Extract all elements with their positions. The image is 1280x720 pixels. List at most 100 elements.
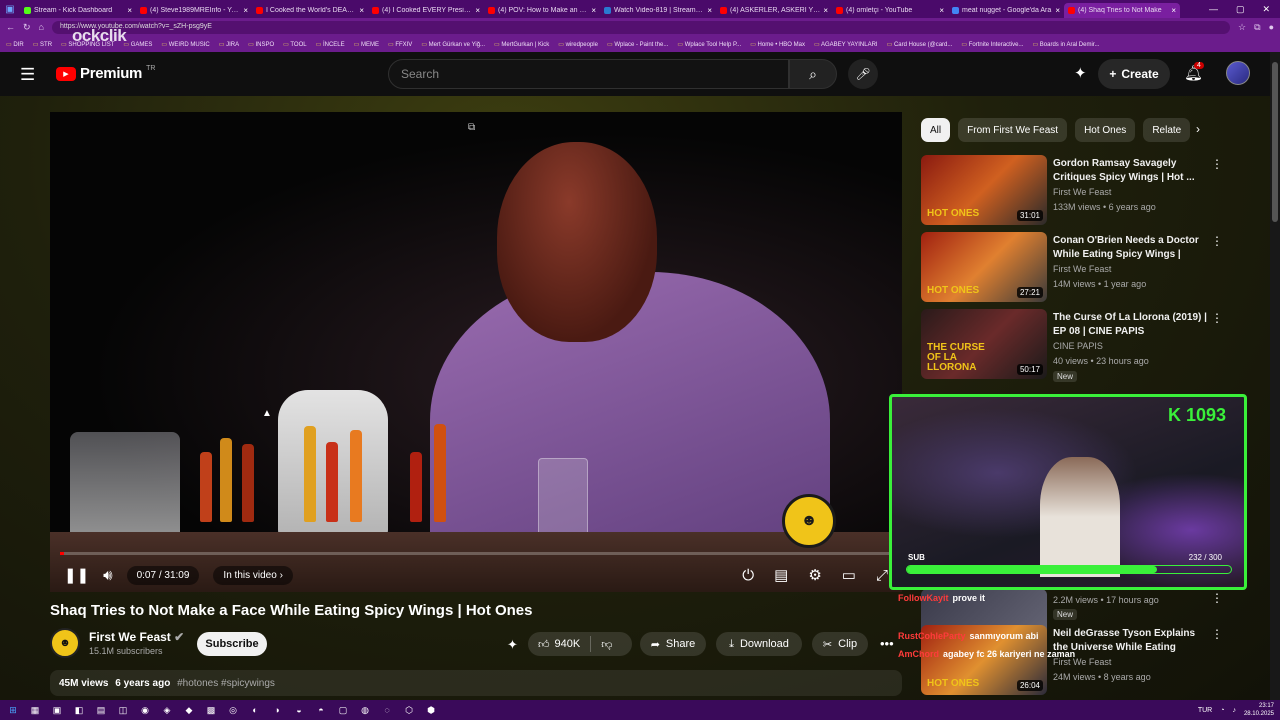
fullscreen-icon[interactable]: ⤢ [876,567,888,584]
refresh-icon[interactable]: ↻ [23,22,31,33]
maximize-icon[interactable]: ▢ [1236,4,1245,15]
tab-close-icon[interactable]: × [1055,6,1060,15]
bookmark-item[interactable]: Mert Gürkan ve Yiğ... [421,41,485,48]
recommended-video[interactable]: HOT ONES 27:21 Conan O'Brien Needs a Docto… [921,232,1223,302]
taskbar-app-icon[interactable]: ◧ [72,705,86,716]
more-options-icon[interactable]: ⋮ [1211,234,1223,248]
chips-next-icon[interactable]: › [1196,122,1200,136]
window-menu-icon[interactable]: ▣ [0,0,20,18]
filter-chip[interactable]: From First We Feast [958,118,1068,142]
progress-bar[interactable] [60,552,892,555]
filter-chip[interactable]: Relate [1143,118,1191,142]
taskbar-app-icon[interactable]: ▩ [204,705,218,716]
taskbar-app-icon[interactable]: ◎ [226,705,240,716]
recommended-channel[interactable]: First We Feast [1053,264,1111,274]
browser-tab[interactable]: (4) omletçi - YouTube × [832,3,948,18]
taskbar-app-icon[interactable]: ◓ [314,705,328,715]
more-options-icon[interactable]: ⋮ [1211,591,1223,605]
bookmark-item[interactable]: WEIRD MUSIC [161,41,210,48]
autoplay-toggle-icon[interactable]: ⏻ [742,567,754,584]
video-thumbnail[interactable]: HOT ONES 31:01 [921,155,1047,225]
taskbar-app-icon[interactable]: ◐ [248,705,262,715]
tab-close-icon[interactable]: × [359,6,364,15]
url-field[interactable]: https://www.youtube.com/watch?v=_sZH-psg… [51,20,1231,34]
video-thumbnail[interactable]: HOT ONES 27:21 [921,232,1047,302]
video-thumbnail[interactable]: THE CURSE OF LA LLORONA 50:17 [921,309,1047,379]
browser-tab[interactable]: (4) I Cooked EVERY President's × [368,3,484,18]
bookmark-item[interactable]: TOOL [283,41,306,48]
chapter-button[interactable]: In this video › [213,565,293,585]
taskbar-app-icon[interactable]: ◉ [138,705,152,716]
tab-close-icon[interactable]: × [823,6,828,15]
description-box[interactable]: 45M views 6 years ago #hotones #spicywin… [50,670,902,696]
channel-name[interactable]: First We Feast ✔ [89,630,184,644]
taskbar-app-icon[interactable]: ◍ [358,705,372,716]
extensions-icon[interactable]: ⧉ [1254,22,1260,33]
bookmark-item[interactable]: INSPO [248,41,274,48]
taskbar-app-icon[interactable]: ◑ [270,705,284,715]
ask-ai-icon[interactable]: ✦ [507,637,518,653]
taskbar-app-icon[interactable]: ▣ [50,705,64,716]
profile-icon[interactable]: ● [1269,22,1274,32]
bookmark-star-icon[interactable]: ☆ [1238,22,1246,33]
recommended-title[interactable]: The Curse Of La Llorona (2019) | EP 08 |… [1053,311,1208,339]
channel-avatar[interactable]: ☻ [50,628,80,658]
recommended-title[interactable]: Neil deGrasse Tyson Explains the Univers… [1053,627,1208,655]
home-icon[interactable]: ⌂ [39,22,44,32]
more-options-icon[interactable]: ⋮ [1211,157,1223,171]
tab-close-icon[interactable]: × [591,6,596,15]
recommended-video[interactable]: THE CURSE OF LA LLORONA 50:17 The Curse Of… [921,309,1223,382]
back-icon[interactable]: ← [6,22,15,32]
bookmark-item[interactable]: Card House (@card... [887,41,952,48]
taskbar-app-icon[interactable]: ▤ [94,705,108,716]
volume-icon[interactable]: 🔊︎ [103,567,112,584]
taskbar-app-icon[interactable]: ◆ [182,705,196,716]
taskbar-app-icon[interactable]: ◒ [292,705,306,715]
tab-close-icon[interactable]: × [243,6,248,15]
more-options-icon[interactable]: ⋮ [1211,627,1223,641]
tab-close-icon[interactable]: × [1171,6,1176,15]
bookmark-item[interactable]: JIRA [219,41,239,48]
page-scrollbar[interactable] [1270,52,1280,700]
speaker-icon[interactable]: ♪ [1232,707,1236,714]
extension-icon[interactable]: ✦ [1074,64,1087,82]
more-options-icon[interactable]: ⋮ [1211,311,1223,325]
taskbar-app-icon[interactable]: ⬢ [424,705,438,716]
miniplayer-hint-icon[interactable]: ⧉ [468,122,475,133]
browser-tab[interactable]: I Cooked the World's DEADLIEST× [252,3,368,18]
bookmark-item[interactable]: MEME [354,41,379,48]
account-avatar[interactable] [1226,61,1250,85]
bookmark-item[interactable]: DIR [6,41,23,48]
network-icon[interactable]: ◔ [1220,707,1224,714]
bookmark-item[interactable]: MertGurkan | Kick [494,41,549,48]
bookmark-item[interactable]: Wplace - Paint the... [607,41,668,48]
taskbar-app-icon[interactable]: ⬡ [402,705,416,716]
tab-close-icon[interactable]: × [475,6,480,15]
tab-close-icon[interactable]: × [127,6,132,15]
create-button[interactable]: + Create [1098,59,1170,89]
theater-mode-icon[interactable]: ▭ [842,566,856,584]
filter-chip[interactable]: Hot Ones [1075,118,1136,142]
subtitles-icon[interactable]: ▤ [774,566,788,584]
download-button[interactable]: ⤓ Download [716,632,802,656]
taskbar-app-icon[interactable]: ▢ [336,705,350,716]
filter-chip[interactable]: All [921,118,951,142]
taskbar-app-icon[interactable]: ◈ [160,705,174,716]
browser-tab[interactable]: (4) ASKERLER, ASKERİ YEMEKLER× [716,3,832,18]
like-button[interactable]: 👍︎ 940K [528,636,592,652]
bookmark-item[interactable]: Home • HBO Max [750,41,805,48]
bookmark-item[interactable]: Fortnite Interactive... [961,41,1024,48]
settings-gear-icon[interactable]: ⚙ [808,566,821,584]
taskbar-app-icon[interactable]: ▦ [28,705,42,716]
recommended-channel[interactable]: CINE PAPIS [1053,341,1103,351]
browser-tab[interactable]: (4) POV: How to Make an Omelet× [484,3,600,18]
search-button[interactable]: ⌕ [789,59,837,89]
browser-tab[interactable]: Watch Video-819 | Streamable × [600,3,716,18]
recommended-title[interactable]: Gordon Ramsay Savagely Critiques Spicy W… [1053,157,1208,185]
clip-button[interactable]: ✂ Clip [812,632,868,656]
tab-close-icon[interactable]: × [939,6,944,15]
bookmark-item[interactable]: Boards in Aral Demir... [1032,41,1100,48]
bookmark-item[interactable]: AGABEY YAYINLARI [814,41,878,48]
language-indicator[interactable]: TUR [1198,707,1212,714]
search-input[interactable]: Search [388,59,789,89]
